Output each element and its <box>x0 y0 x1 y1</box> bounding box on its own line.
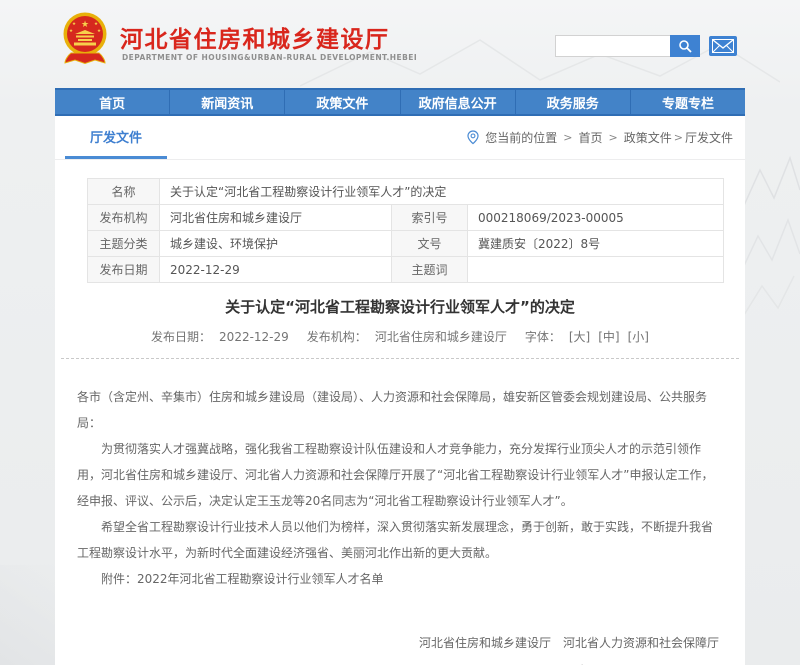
publish-date: 2022-12-29 <box>219 330 289 344</box>
nav-item-gov-info[interactable]: 政府信息公开 <box>401 90 516 114</box>
article-paragraph: 为贯彻落实人才强冀战略，强化我省工程勘察设计队伍建设和人才竞争能力，充分发挥行业… <box>77 436 723 514</box>
table-row: 主题分类 城乡建设、环境保护 文号 冀建质安〔2022〕8号 <box>88 231 724 257</box>
article-paragraph: 各市（含定州、辛集市）住房和城乡建设局（建设局）、人力资源和社会保障局，雄安新区… <box>77 384 723 436</box>
main-nav: 首页 新闻资讯 政策文件 政府信息公开 政务服务 专题专栏 <box>55 88 745 116</box>
search-icon <box>678 39 692 53</box>
breadcrumb-prefix: 您当前的位置 <box>485 129 557 146</box>
info-value-name: 关于认定“河北省工程勘察设计行业领军人才”的决定 <box>160 179 724 205</box>
svg-text:★: ★ <box>72 21 76 27</box>
breadcrumb: 您当前的位置 > 首页 > 政策文件 > 厅发文件 <box>467 116 733 159</box>
table-row: 发布机构 河北省住房和城乡建设厅 索引号 000218069/2023-0000… <box>88 205 724 231</box>
info-label-docnum: 文号 <box>392 231 468 257</box>
site-subtitle: DEPARTMENT OF HOUSING&URBAN-RURAL DEVELO… <box>122 53 417 62</box>
table-row: 发布日期 2022-12-29 主题词 <box>88 257 724 283</box>
info-label-date: 发布日期 <box>88 257 160 283</box>
info-label-name: 名称 <box>88 179 160 205</box>
info-label-index: 索引号 <box>392 205 468 231</box>
info-label-keyword: 主题词 <box>392 257 468 283</box>
breadcrumb-current[interactable]: 厅发文件 <box>685 129 733 146</box>
mail-icon <box>712 39 734 53</box>
info-value-index: 000218069/2023-00005 <box>468 205 724 231</box>
national-emblem-logo: ★ ★ ★ ★ ★ <box>62 12 108 66</box>
nav-item-news[interactable]: 新闻资讯 <box>170 90 285 114</box>
nav-item-home[interactable]: 首页 <box>55 90 170 114</box>
table-row: 名称 关于认定“河北省工程勘察设计行业领军人才”的决定 <box>88 179 724 205</box>
publish-date-label: 发布日期： <box>151 330 211 344</box>
svg-text:★: ★ <box>81 20 89 30</box>
page-root: ★ ★ ★ ★ ★ 河北省住房和城乡建设厅 DEPARTMENT OF HOUS… <box>0 0 800 665</box>
info-value-date: 2022-12-29 <box>160 257 392 283</box>
article-paragraph: 希望全省工程勘察设计行业技术人员以他们为榜样，深入贯彻落实新发展理念，勇于创新，… <box>77 514 723 566</box>
breadcrumb-separator: > <box>609 131 618 144</box>
mail-button[interactable] <box>709 36 737 56</box>
site-header: ★ ★ ★ ★ ★ 河北省住房和城乡建设厅 DEPARTMENT OF HOUS… <box>0 0 800 88</box>
font-size-label: 字体： <box>525 330 561 344</box>
info-value-org: 河北省住房和城乡建设厅 <box>160 205 392 231</box>
signature-orgs: 河北省住房和城乡建设厅 河北省人力资源和社会保障厅 <box>77 630 723 656</box>
breadcrumb-policy[interactable]: 政策文件 <box>624 129 672 146</box>
info-value-docnum: 冀建质安〔2022〕8号 <box>468 231 724 257</box>
breadcrumb-separator: > <box>563 131 572 144</box>
tab-dept-documents[interactable]: 厅发文件 <box>65 116 167 159</box>
svg-text:★: ★ <box>94 21 98 27</box>
info-value-category: 城乡建设、环境保护 <box>160 231 392 257</box>
svg-text:★: ★ <box>97 28 101 34</box>
mountain-watermark <box>742 150 800 320</box>
nav-item-topics[interactable]: 专题专栏 <box>631 90 745 114</box>
location-pin-icon <box>467 130 479 145</box>
search-bar <box>555 35 700 57</box>
breadcrumb-home[interactable]: 首页 <box>579 129 603 146</box>
search-button[interactable] <box>670 35 700 57</box>
svg-text:★: ★ <box>69 28 73 34</box>
font-size-medium-button[interactable]: [中] <box>598 330 619 344</box>
publish-org: 河北省住房和城乡建设厅 <box>375 330 507 344</box>
font-size-large-button[interactable]: [大] <box>569 330 590 344</box>
document-info-table: 名称 关于认定“河北省工程勘察设计行业领军人才”的决定 发布机构 河北省住房和城… <box>87 178 724 283</box>
breadcrumb-separator: > <box>674 131 683 144</box>
article-meta: 发布日期： 2022-12-29 发布机构： 河北省住房和城乡建设厅 字体： [大] [中]… <box>55 328 745 345</box>
tab-bar: 厅发文件 您当前的位置 > 首页 > 政策文件 > 厅发文件 <box>55 116 745 160</box>
article-body: 各市（含定州、辛集市）住房和城乡建设局（建设局）、人力资源和社会保障局，雄安新区… <box>55 359 745 665</box>
info-value-keyword <box>468 257 724 283</box>
font-size-small-button[interactable]: [小] <box>628 330 649 344</box>
info-label-category: 主题分类 <box>88 231 160 257</box>
publish-org-label: 发布机构： <box>307 330 367 344</box>
attachment-line: 附件：2022年河北省工程勘察设计行业领军人才名单 <box>77 566 723 592</box>
search-input[interactable] <box>555 35 670 57</box>
nav-item-services[interactable]: 政务服务 <box>516 90 631 114</box>
content-panel: 厅发文件 您当前的位置 > 首页 > 政策文件 > 厅发文件 名称 关于认定“河… <box>55 116 745 665</box>
nav-item-policy[interactable]: 政策文件 <box>285 90 400 114</box>
site-title: 河北省住房和城乡建设厅 <box>120 20 390 54</box>
info-label-org: 发布机构 <box>88 205 160 231</box>
signature-date: 2022年12月29日 <box>77 658 723 665</box>
article-title: 关于认定“河北省工程勘察设计行业领军人才”的决定 <box>55 296 745 317</box>
